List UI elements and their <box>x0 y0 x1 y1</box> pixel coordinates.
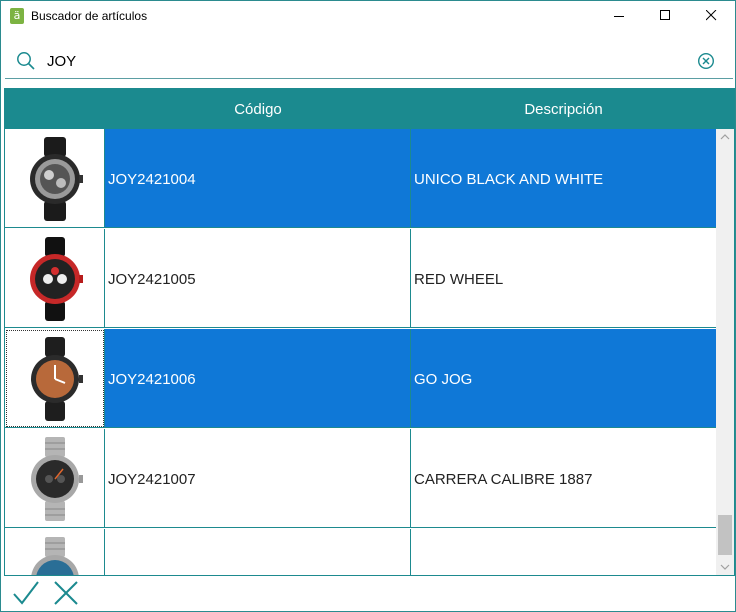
row-description: CARRERA CALIBRE 1887 <box>414 471 593 488</box>
app-icon: ä <box>10 8 24 24</box>
check-icon <box>13 581 39 605</box>
watch-black-skeleton-icon <box>30 137 83 221</box>
chevron-up-icon <box>720 134 730 140</box>
row-image-cell[interactable] <box>5 329 105 428</box>
table-row[interactable]: JOY2421005 RED WHEEL <box>5 229 716 329</box>
clear-search-icon[interactable] <box>697 52 715 70</box>
cancel-button[interactable] <box>54 581 78 605</box>
search-underline <box>5 78 733 79</box>
row-image-cell[interactable] <box>5 429 105 528</box>
column-header-description[interactable]: Descripción <box>411 89 716 129</box>
maximize-button[interactable] <box>643 1 689 31</box>
minimize-icon <box>614 16 624 17</box>
watch-steel-chronograph-icon <box>31 437 83 521</box>
scroll-up-button[interactable] <box>716 129 734 146</box>
maximize-icon <box>660 10 670 20</box>
row-code-cell[interactable]: JOY2421004 <box>105 129 411 228</box>
close-button[interactable] <box>689 1 735 31</box>
row-description-cell[interactable]: UNICO BLACK AND WHITE <box>411 129 716 228</box>
column-header-code[interactable]: Código <box>105 89 411 129</box>
watch-blue-steel-icon <box>31 537 79 575</box>
row-description: UNICO BLACK AND WHITE <box>414 171 604 188</box>
watch-copper-dial-icon <box>31 337 83 421</box>
row-description: RED WHEEL <box>414 271 504 288</box>
row-description-cell[interactable] <box>411 529 716 575</box>
watch-red-chronograph-icon <box>30 237 83 321</box>
ok-button[interactable] <box>13 581 39 605</box>
row-code-cell[interactable]: JOY2421007 <box>105 429 411 528</box>
row-code: JOY2421004 <box>108 171 196 188</box>
article-search-window: ä Buscador de artículos Código Descripci… <box>0 0 736 612</box>
title-bar[interactable]: ä Buscador de artículos <box>1 1 735 31</box>
table-row[interactable]: JOY2421004 UNICO BLACK AND WHITE <box>5 129 716 229</box>
scroll-down-button[interactable] <box>716 558 734 575</box>
row-image-cell[interactable] <box>5 129 105 228</box>
row-description-cell[interactable]: RED WHEEL <box>411 229 716 328</box>
grid-header: Código Descripción <box>5 89 734 129</box>
row-description: GO JOG <box>414 371 473 388</box>
table-row[interactable]: JOY2421006 GO JOG <box>5 329 716 429</box>
search-input[interactable] <box>47 49 687 73</box>
row-image-cell[interactable] <box>5 529 105 575</box>
close-icon <box>706 10 717 21</box>
chevron-down-icon <box>720 564 730 570</box>
row-description-cell[interactable]: GO JOG <box>411 329 716 428</box>
row-code-cell[interactable]: JOY2421005 <box>105 229 411 328</box>
row-code-cell[interactable] <box>105 529 411 575</box>
table-row[interactable] <box>5 529 716 575</box>
row-code-cell[interactable]: JOY2421006 <box>105 329 411 428</box>
x-icon <box>54 581 78 605</box>
table-row[interactable]: JOY2421007 CARRERA CALIBRE 1887 <box>5 429 716 529</box>
grid-rows: JOY2421004 UNICO BLACK AND WHITE JOY2421… <box>5 129 716 575</box>
row-code: JOY2421005 <box>108 271 196 288</box>
row-code: JOY2421007 <box>108 471 196 488</box>
row-description-cell[interactable]: CARRERA CALIBRE 1887 <box>411 429 716 528</box>
row-image-cell[interactable] <box>5 229 105 328</box>
scroll-thumb[interactable] <box>718 515 732 555</box>
vertical-scrollbar[interactable] <box>716 129 734 575</box>
minimize-button[interactable] <box>597 1 643 31</box>
articles-grid: Código Descripción JOY2421004 UNICO BLAC… <box>4 88 735 576</box>
search-icon <box>17 52 35 70</box>
window-title: Buscador de artículos <box>31 9 148 23</box>
row-code: JOY2421006 <box>108 371 196 388</box>
